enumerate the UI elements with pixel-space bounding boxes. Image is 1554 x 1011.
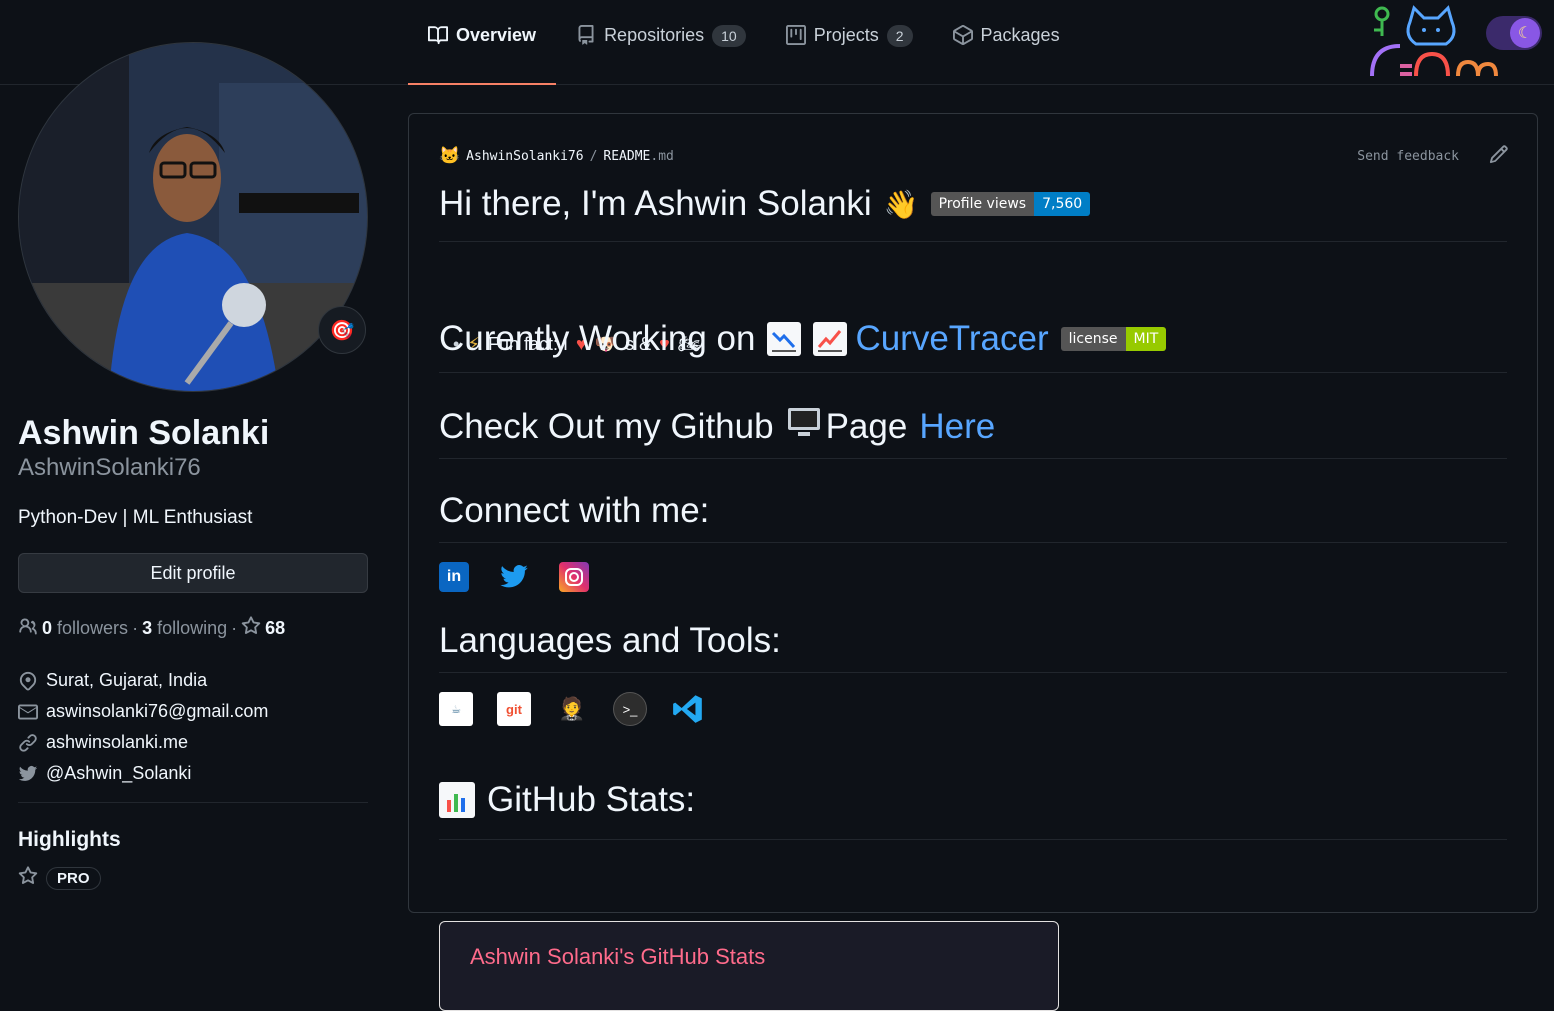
dart-icon: 🎯	[329, 319, 355, 342]
tab-label: Packages	[980, 25, 1060, 45]
sidebar-divider	[18, 802, 368, 803]
instagram-icon[interactable]	[559, 562, 589, 592]
working-heading: Curently Working on CurveTracer license M…	[439, 319, 1507, 359]
bar-chart-icon	[439, 782, 475, 818]
github-stats-card: Ashwin Solanki's GitHub Stats	[439, 921, 1059, 1011]
github-page-link[interactable]: Here	[919, 407, 995, 447]
tab-packages[interactable]: Packages	[933, 24, 1080, 85]
repo-count-badge: 10	[712, 25, 746, 47]
connect-heading: Connect with me:	[439, 491, 710, 530]
followers-label: followers	[57, 618, 129, 638]
readme-path: 🐱 AshwinSolanki76 / README.md	[439, 146, 674, 166]
license-badge: license MIT	[1060, 327, 1167, 351]
tab-label: Overview	[456, 25, 537, 45]
greeting-heading: Hi there, I'm Ashwin Solanki 👋 Profile v…	[439, 184, 1507, 224]
stars-count[interactable]: 68	[265, 618, 285, 639]
followers-count: 0	[42, 618, 53, 638]
social-links: in	[439, 562, 589, 592]
send-feedback-link[interactable]: Send feedback	[1357, 149, 1459, 164]
people-icon	[18, 616, 38, 641]
tab-label: Projects	[813, 25, 879, 45]
git-icon: git	[497, 692, 531, 726]
repo-icon	[576, 25, 596, 45]
website-link[interactable]: ashwinsolanki.me	[46, 732, 188, 753]
theme-toggle[interactable]: ☾	[1486, 16, 1542, 50]
following-count: 3	[142, 618, 153, 638]
twitter-icon[interactable]	[499, 562, 529, 592]
highlights-heading: Highlights	[18, 828, 121, 851]
curvetracer-link[interactable]: CurveTracer	[855, 319, 1048, 359]
follow-stats: 0 followers · 3 following · 68	[18, 616, 285, 641]
link-icon	[18, 733, 38, 753]
readme-header: 🐱 AshwinSolanki76 / README.md Send feedb…	[439, 144, 1509, 168]
book-icon	[428, 25, 448, 45]
wave-icon: 👋	[883, 188, 919, 220]
profile-name: Ashwin Solanki	[18, 414, 270, 452]
stats-heading: GitHub Stats:	[439, 780, 1507, 820]
readme-owner-link[interactable]: AshwinSolanki76	[466, 149, 583, 164]
readme-card: 🐱 AshwinSolanki76 / README.md Send feedb…	[408, 113, 1538, 1011]
twitter-handle[interactable]: @Ashwin_Solanki	[46, 763, 191, 784]
pro-badge: PRO	[46, 867, 101, 890]
github-heading-row: Check Out my Github Page Here	[439, 406, 1507, 459]
tab-repositories[interactable]: Repositories 10	[556, 24, 766, 85]
star-icon	[241, 616, 261, 641]
tab-label: Repositories	[604, 25, 705, 45]
tab-overview[interactable]: Overview	[408, 24, 557, 85]
stats-heading-row: GitHub Stats:	[439, 780, 1507, 840]
languages-heading-row: Languages and Tools:	[439, 621, 1507, 673]
following-link[interactable]: 3 following	[142, 618, 227, 639]
profile-views-badge: Profile views 7,560	[930, 192, 1091, 216]
jenkins-icon: 🤵	[558, 696, 586, 721]
cat-icon: 🐱	[439, 146, 461, 166]
project-count-badge: 2	[886, 25, 913, 47]
readme-file-link[interactable]: README.md	[603, 149, 673, 164]
edit-profile-button[interactable]: Edit profile	[18, 553, 368, 593]
profile-details: Surat, Gujarat, India aswinsolanki76@gma…	[18, 665, 368, 789]
twitter-item[interactable]: @Ashwin_Solanki	[18, 758, 368, 789]
twitter-icon	[18, 764, 38, 784]
email-link[interactable]: aswinsolanki76@gmail.com	[46, 701, 268, 722]
tools-list: ☕ git 🤵 >_	[439, 692, 705, 726]
website-item[interactable]: ashwinsolanki.me	[18, 727, 368, 758]
package-icon	[952, 25, 973, 45]
location-icon	[18, 671, 38, 691]
location-item: Surat, Gujarat, India	[18, 665, 368, 696]
vscode-icon	[671, 692, 705, 726]
connect-heading-row: Connect with me:	[439, 491, 1507, 543]
following-label: following	[157, 618, 228, 638]
avatar[interactable]	[18, 42, 368, 392]
followers-link[interactable]: 0 followers	[42, 618, 128, 639]
linkedin-icon[interactable]: in	[439, 562, 469, 592]
stats-card-title: Ashwin Solanki's GitHub Stats	[470, 944, 766, 969]
email-item[interactable]: aswinsolanki76@gmail.com	[18, 696, 368, 727]
project-icon	[785, 25, 806, 45]
computer-icon	[786, 406, 822, 447]
pencil-icon[interactable]	[1489, 144, 1509, 168]
star-icon	[18, 866, 38, 891]
profile-username: AshwinSolanki76	[18, 454, 201, 481]
tab-projects[interactable]: Projects 2	[766, 24, 933, 85]
location-text: Surat, Gujarat, India	[46, 670, 208, 690]
moon-icon: ☾	[1510, 18, 1540, 48]
terminal-icon: >_	[613, 692, 647, 726]
working-heading-row: Curently Working on CurveTracer license M…	[439, 319, 1507, 373]
pro-highlight: PRO	[18, 866, 101, 891]
status-emoji-button[interactable]: 🎯	[318, 306, 366, 354]
chart-up-icon	[813, 322, 848, 356]
mail-icon	[18, 702, 38, 722]
github-heading: Check Out my Github Page Here	[439, 406, 996, 447]
chart-down-icon	[767, 322, 802, 356]
languages-heading: Languages and Tools:	[439, 621, 781, 660]
profile-bio: Python-Dev | ML Enthusiast	[18, 507, 253, 528]
java-icon: ☕	[439, 692, 473, 726]
octocat-illustration	[1370, 5, 1498, 77]
profile-tabs: Overview Repositories 10 Projects 2 Pack…	[408, 24, 1080, 85]
greeting-heading-row: Hi there, I'm Ashwin Solanki 👋 Profile v…	[439, 184, 1507, 242]
